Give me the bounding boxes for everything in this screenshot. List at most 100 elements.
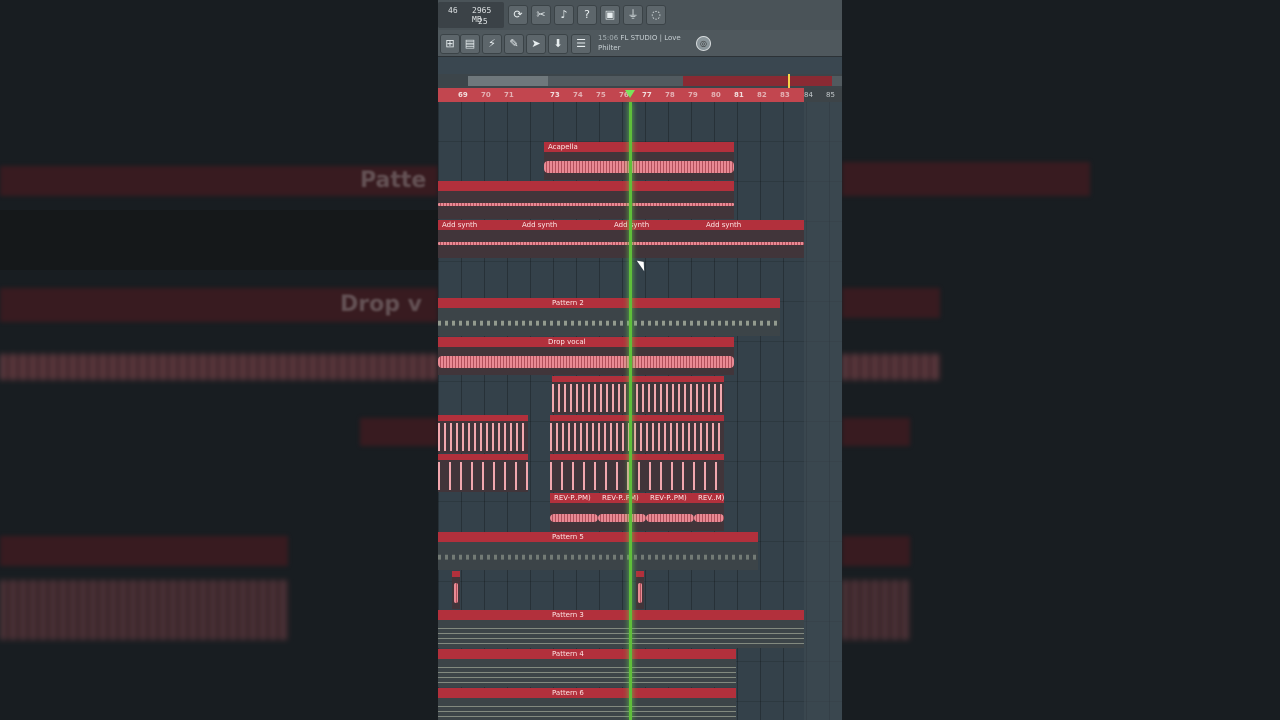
help-button[interactable]: ? [577,5,597,25]
cpu-monitor[interactable]: 46 2965 MB 25 [438,2,504,28]
bar-number: 84 [804,91,813,99]
clip-add-synth[interactable]: Add synth [518,220,610,258]
loop-button[interactable]: ⟳ [508,5,528,25]
brush-icon: ✎ [509,37,519,50]
download-button[interactable]: ⬇ [548,34,568,54]
blurred-background-right [842,0,1280,720]
help-icon: ? [584,8,590,21]
record-audio-button[interactable]: ♪ [554,5,574,25]
clip-body [646,503,694,531]
clip-body [438,421,528,453]
clip-label: Pattern 5 [438,532,758,542]
arrow-button[interactable]: ➤ [526,34,546,54]
pattern-notes [438,320,780,326]
chat-button[interactable]: ◌ [646,5,666,25]
clip-pattern-3[interactable]: Pattern 3 [438,610,804,648]
clip-body [518,230,610,258]
audio-waveform [694,514,724,522]
bar-number: 78 [665,91,675,99]
clip-drum-hits[interactable] [550,415,724,453]
audio-waveform [438,203,734,206]
clip-label: REV-P..PM) [646,493,694,503]
scroll-position-marker [788,74,790,88]
grid-icon: ⊞ [445,37,455,50]
plug-button[interactable]: ⚡ [482,34,502,54]
clip-audio[interactable] [438,181,734,219]
clip-hit[interactable] [452,571,460,609]
clip-pattern-6[interactable]: Pattern 6 [438,688,736,720]
audio-hits [550,462,724,490]
plugin-button[interactable]: ⏚ [623,5,643,25]
pattern-notes [438,667,736,685]
file-icon: ▤ [464,37,476,50]
audio-hits [552,384,724,412]
bar-number: 71 [504,91,514,99]
clip-label: REV-P..PM) [598,493,646,503]
arrow-icon: ➤ [531,37,541,50]
bar-number: 82 [757,91,767,99]
clip-label: Add synth [610,220,702,230]
pattern-notes [438,554,758,560]
clip-hit[interactable] [636,571,644,609]
clip-rev[interactable]: REV-P..PM) [550,493,598,531]
save-button[interactable]: ▣ [600,5,620,25]
playlist-scrollbar[interactable] [438,74,842,88]
cut-button[interactable]: ✂ [531,5,551,25]
globe-icon[interactable]: ◎ [696,36,711,51]
song-position-marker[interactable] [625,90,635,98]
audio-hits [438,462,528,490]
clip-drum-hits[interactable] [552,376,724,414]
bar-number: 74 [573,91,583,99]
mic-icon: ♪ [560,8,568,21]
clip-body [610,230,702,258]
clip-body [438,230,518,258]
audio-waveform [550,514,598,522]
brush-button[interactable]: ✎ [504,34,524,54]
clip-label: Pattern 3 [438,610,804,620]
playlist-view-button[interactable]: ⊞ [440,34,460,54]
audio-waveform [544,161,734,173]
clip-pattern-2[interactable]: Pattern 2 [438,298,780,336]
clip-body [438,347,734,375]
clip-rev[interactable]: REV-P..PM) [598,493,646,531]
clip-drum-hits[interactable] [550,454,724,492]
memory-value: 2965 MB [472,6,492,24]
audio-waveform [702,242,804,245]
clip-label: Add synth [438,220,518,230]
clip-rev[interactable]: REV-P..PM) [646,493,694,531]
clip-label: Drop vocal [438,337,734,347]
clip-pattern-4[interactable]: Pattern 4 [438,649,736,687]
clip-body [438,191,734,219]
plug-icon: ⚡ [488,37,496,50]
audio-hits [550,423,724,451]
clip-label: Pattern 2 [438,298,780,308]
clip-body [438,620,804,648]
clip-label: REV-P..PM) [550,493,598,503]
clip-drum-hits[interactable] [438,454,528,492]
clip-label: Acapella [544,142,734,152]
secondary-toolbar: ⊞ ▤ ⚡ ✎ ➤ ⬇ ☰ 15:06 FL STUDIO | Love Phi… [438,30,842,57]
timeline-ruler[interactable]: 69 70 71 73 74 75 76 77 78 79 80 81 82 8… [438,88,804,102]
main-toolbar: 46 2965 MB 25 ⟳ ✂ ♪ ? ▣ ⏚ ◌ [438,0,842,31]
bar-number: 80 [711,91,721,99]
clip-label: Pattern 4 [438,649,736,659]
mixer-button[interactable]: ☰ [571,34,591,54]
polyphony-value: 25 [478,17,488,26]
file-button[interactable]: ▤ [460,34,480,54]
clip-body [598,503,646,531]
clip-acapella[interactable]: Acapella [544,142,734,180]
clip-pattern-5[interactable]: Pattern 5 [438,532,758,570]
playhead-line [629,102,632,720]
clip-add-synth[interactable]: Add synth [702,220,804,258]
clip-rev[interactable]: REV..M) [694,493,724,531]
clip-body [544,152,734,180]
clip-drum-hits[interactable] [438,415,528,453]
clip-label: Add synth [518,220,610,230]
scroll-selection [683,76,832,86]
clip-drop-vocal[interactable]: Drop vocal [438,337,734,375]
clip-body [552,382,724,414]
clip-add-synth[interactable]: Add synth [610,220,702,258]
bar-number: 73 [550,91,560,99]
clip-add-synth[interactable]: Add synth [438,220,518,258]
pattern-notes [438,706,736,720]
